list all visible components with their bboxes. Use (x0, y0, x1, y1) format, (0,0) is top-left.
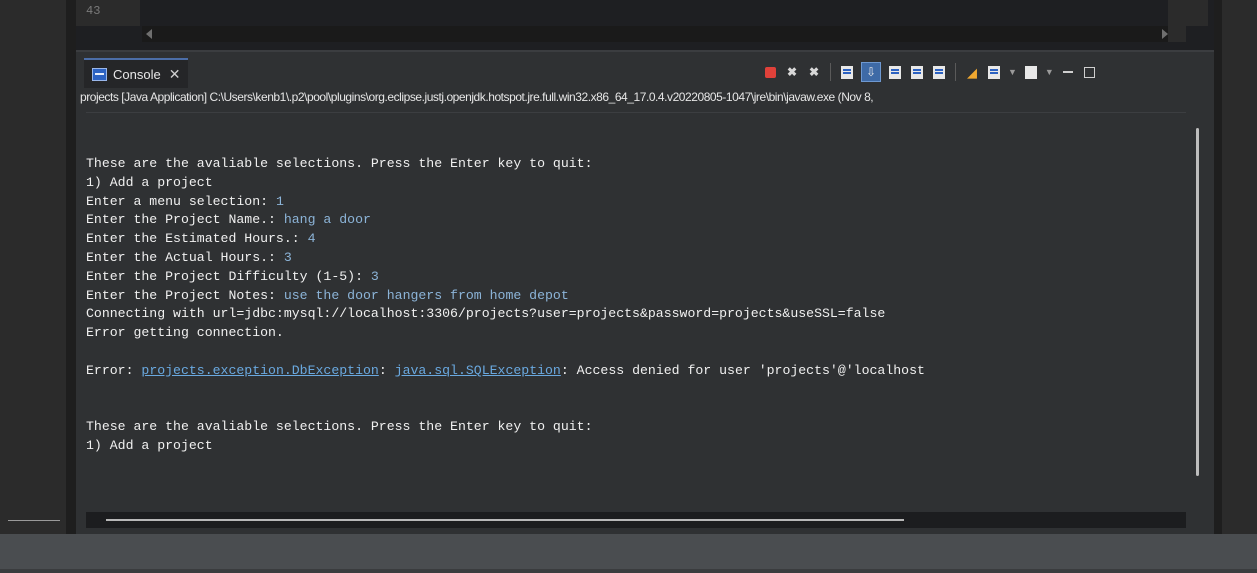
minimize-icon[interactable] (1060, 64, 1076, 80)
console-prompt-text: Enter a menu selection: (86, 193, 276, 209)
scroll-corner (1168, 26, 1186, 42)
exception-link[interactable]: projects.exception.DbException (141, 363, 378, 378)
right-side-panel (1214, 0, 1257, 534)
console-line: Enter the Project Notes: use the door ha… (86, 287, 925, 306)
close-icon[interactable]: ✕ (169, 66, 181, 83)
chevron-down-icon[interactable]: ▼ (1045, 67, 1054, 77)
toolbar-separator (830, 63, 831, 81)
console-user-input: 4 (307, 231, 316, 247)
word-wrap-icon[interactable] (887, 64, 903, 80)
console-prompt-text: Enter the Project Difficulty (1-5): (86, 268, 371, 284)
console-output-text: 1) Add a project (86, 174, 213, 190)
console-prompt-text: Enter the Project Notes: (86, 287, 284, 303)
console-line: 1) Add a project (86, 437, 925, 456)
console-user-input: 3 (370, 268, 379, 284)
console-icon (92, 67, 107, 81)
error-prefix-text: Error: (86, 362, 142, 378)
open-console-icon[interactable] (1023, 64, 1039, 80)
toolbar-separator (955, 63, 956, 81)
editor-horizontal-scrollbar[interactable] (142, 26, 1172, 42)
scroll-lock-icon[interactable]: ⇩ (861, 62, 881, 82)
status-bar (0, 534, 1257, 573)
taskbar-edge (0, 569, 1257, 573)
console-line: Connecting with url=jdbc:mysql://localho… (86, 305, 925, 324)
console-line: Enter the Project Difficulty (1-5): 3 (86, 268, 925, 287)
console-prompt-text: Enter the Actual Hours.: (86, 249, 284, 265)
error-message-text: : Access denied for user 'projects'@'loc… (560, 362, 925, 378)
left-panel-divider (66, 0, 76, 534)
console-line: Error: projects.exception.DbException: j… (86, 362, 925, 381)
console-output-lines: These are the avaliable selections. Pres… (86, 155, 925, 456)
console-user-input: use the door hangers from home depot (283, 287, 569, 303)
console-horizontal-scrollbar[interactable] (86, 512, 1186, 528)
console-vertical-scrollbar[interactable] (1196, 128, 1199, 476)
console-line: Enter the Actual Hours.: 3 (86, 249, 925, 268)
exception-link[interactable]: java.sql.SQLException (395, 363, 561, 378)
line-number: 43 (86, 4, 101, 18)
console-prompt-text: Enter the Estimated Hours.: (86, 231, 308, 247)
chevron-down-icon[interactable]: ▼ (1008, 67, 1017, 77)
console-output[interactable]: These are the avaliable selections. Pres… (86, 112, 1186, 511)
console-line: These are the avaliable selections. Pres… (86, 418, 925, 437)
console-tab-bar: Console ✕ ✖ ✖ ⇩ ◢ ▼ ▼ (76, 50, 1214, 90)
console-line: Enter the Estimated Hours.: 4 (86, 230, 925, 249)
left-side-panel (0, 0, 76, 534)
remove-all-terminated-icon[interactable]: ✖ (806, 64, 822, 80)
maximize-icon[interactable] (1082, 64, 1098, 80)
console-line: Error getting connection. (86, 324, 925, 343)
pin-console-icon[interactable]: ◢ (964, 64, 980, 80)
separator-text: : (378, 362, 395, 378)
scroll-left-arrow-icon[interactable] (146, 29, 152, 39)
display-selected-console-icon[interactable] (986, 64, 1002, 80)
console-output-text: These are the avaliable selections. Pres… (86, 419, 593, 435)
console-user-input: 1 (275, 193, 284, 209)
console-toolbar: ✖ ✖ ⇩ ◢ ▼ ▼ (762, 60, 1098, 84)
console-user-input: hang a door (283, 212, 371, 228)
console-line: These are the avaliable selections. Pres… (86, 155, 925, 174)
console-output-text: These are the avaliable selections. Pres… (86, 156, 593, 171)
tab-console[interactable]: Console ✕ (84, 58, 189, 88)
show-on-stdout-icon[interactable] (909, 64, 925, 80)
console-output-text: Error getting connection. (86, 325, 284, 341)
process-info-label: projects [Java Application] C:\Users\ken… (80, 90, 874, 104)
terminate-icon[interactable] (762, 64, 778, 80)
console-prompt-text: Enter the Project Name.: (86, 212, 284, 228)
overview-ruler (1168, 0, 1208, 26)
console-output-text: 1) Add a project (86, 437, 213, 453)
console-horizontal-scroll-thumb[interactable] (106, 519, 904, 521)
console-line: 1) Add a project (86, 174, 925, 193)
left-panel-scroll-thumb[interactable] (8, 520, 60, 521)
console-line: Enter a menu selection: 1 (86, 193, 925, 212)
console-user-input: 3 (283, 249, 292, 265)
code-editor[interactable]: 43 (76, 0, 1214, 50)
line-number-gutter: 43 (76, 0, 140, 26)
clear-console-icon[interactable] (839, 64, 855, 80)
console-view: Console ✕ ✖ ✖ ⇩ ◢ ▼ ▼ projects [Java App… (76, 50, 1214, 534)
console-line: Enter the Project Name.: hang a door (86, 211, 925, 230)
remove-launch-icon[interactable]: ✖ (784, 64, 800, 80)
right-panel-divider (1214, 0, 1222, 534)
console-output-text: Connecting with url=jdbc:mysql://localho… (86, 306, 886, 322)
show-on-stderr-icon[interactable] (931, 64, 947, 80)
tab-console-label: Console (113, 66, 161, 82)
